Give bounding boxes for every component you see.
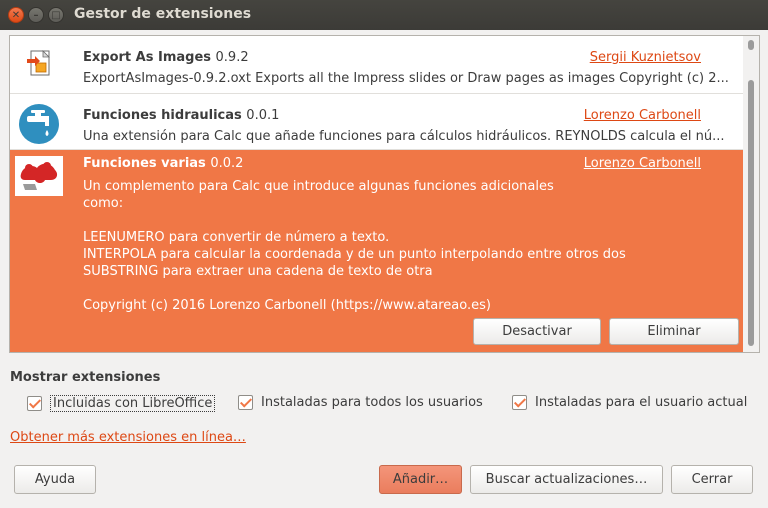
extension-version: 0.0.1 — [246, 108, 280, 123]
description-line: Copyright (c) 2016 Lorenzo Carbonell (ht… — [83, 298, 491, 313]
checkbox-label: Incluidas con LibreOffice — [50, 395, 216, 412]
checkbox-shared[interactable]: Instaladas para todos los usuarios — [238, 395, 483, 410]
extension-row-funciones-varias[interactable]: Funciones varias 0.0.2 Lorenzo Carbonell… — [10, 150, 743, 352]
scrollbar-thumb[interactable] — [748, 80, 754, 346]
get-more-extensions-link[interactable]: Obtener más extensiones en línea… — [10, 430, 246, 445]
extension-list[interactable]: Export As Images 0.9.2 Sergii Kuznietsov… — [9, 35, 760, 353]
faucet-icon — [19, 104, 59, 144]
extension-author-link[interactable]: Lorenzo Carbonell — [584, 108, 701, 123]
description-line: como: — [83, 196, 124, 211]
extension-description: Una extensión para Calc que añade funcio… — [83, 129, 725, 144]
extension-author-link[interactable]: Sergii Kuznietsov — [590, 50, 701, 65]
description-line: INTERPOLA para calcular la coordenada y … — [83, 247, 626, 262]
extension-long-description: Un complemento para Calc que introduce a… — [83, 178, 683, 314]
checkbox-checked-icon[interactable] — [512, 395, 527, 410]
extension-version: 0.9.2 — [215, 50, 249, 65]
checkbox-checked-icon[interactable] — [238, 395, 253, 410]
window-minimize-button[interactable]: – — [28, 7, 44, 23]
extension-name: Funciones varias 0.0.2 — [83, 156, 244, 171]
export-images-icon — [27, 50, 50, 76]
description-line: SUBSTRING para extraer una cadena de tex… — [83, 264, 433, 279]
window-maximize-button[interactable]: □ — [48, 7, 64, 23]
description-line: LEENUMERO para convertir de número a tex… — [83, 230, 390, 245]
puzzle-icon — [15, 156, 63, 196]
extension-name: Funciones hidraulicas 0.0.1 — [83, 108, 280, 123]
extension-row-funciones-hidraulicas[interactable]: Funciones hidraulicas 0.0.1 Lorenzo Carb… — [10, 94, 743, 150]
description-line — [83, 280, 683, 297]
help-button[interactable]: Ayuda — [14, 465, 96, 494]
close-button[interactable]: Cerrar — [671, 465, 753, 494]
add-button[interactable]: Añadir… — [379, 465, 462, 494]
extension-name: Export As Images 0.9.2 — [83, 50, 249, 65]
extension-description: ExportAsImages-0.9.2.oxt Exports all the… — [83, 71, 729, 86]
extension-row-export-as-images[interactable]: Export As Images 0.9.2 Sergii Kuznietsov… — [10, 36, 743, 94]
checkbox-label: Instaladas para todos los usuarios — [261, 395, 483, 410]
check-updates-button[interactable]: Buscar actualizaciones… — [470, 465, 663, 494]
title-bar: ✕ – □ Gestor de extensiones — [0, 0, 768, 30]
extension-version: 0.0.2 — [210, 156, 244, 171]
window-close-button[interactable]: ✕ — [8, 7, 24, 23]
checkbox-label: Instaladas para el usuario actual — [535, 395, 748, 410]
checkbox-user[interactable]: Instaladas para el usuario actual — [512, 395, 747, 410]
deactivate-button[interactable]: Desactivar — [473, 318, 601, 345]
description-line — [83, 212, 683, 229]
checkbox-bundled[interactable]: Incluidas con LibreOffice — [27, 395, 216, 412]
extension-author-link[interactable]: Lorenzo Carbonell — [584, 156, 701, 171]
description-line: Un complemento para Calc que introduce a… — [83, 179, 554, 194]
list-scrollbar[interactable] — [743, 36, 759, 352]
checkbox-checked-icon[interactable] — [27, 396, 42, 411]
show-extensions-heading: Mostrar extensiones — [10, 370, 161, 385]
scrollbar-top-segment[interactable] — [748, 40, 754, 50]
remove-button[interactable]: Eliminar — [609, 318, 739, 345]
window-title: Gestor de extensiones — [74, 6, 252, 22]
